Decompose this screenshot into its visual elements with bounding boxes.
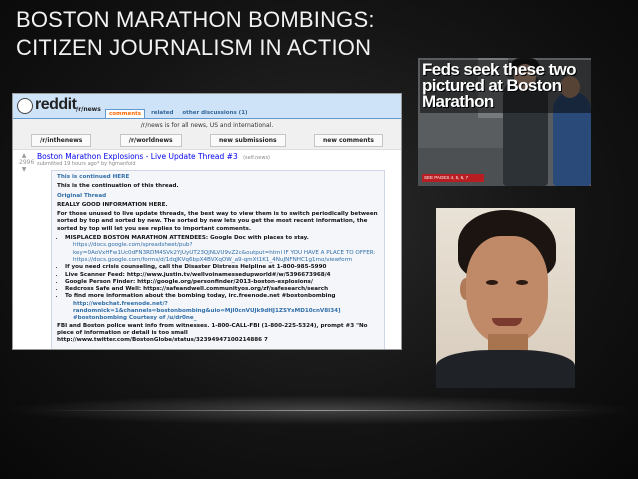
nav-new-submissions[interactable]: new submissions xyxy=(210,134,286,147)
vote-count: 2996 xyxy=(19,159,35,166)
post: ▲ 2996 ▼ Boston Marathon Explosions - Li… xyxy=(13,150,401,349)
info-list: MISPLACED BOSTON MARATHON ATTENDEES: Goo… xyxy=(57,235,379,323)
continuation-text: This is the continuation of this thread. xyxy=(57,183,179,190)
portrait-photo xyxy=(436,208,575,388)
eye-shape xyxy=(516,280,528,285)
newspaper-headline: Feds seek these two pictured at Boston M… xyxy=(420,60,591,113)
post-meta: submitted 19 hours ago* by hgmanfold xyxy=(37,161,136,167)
vote-widget: ▲ 2996 ▼ xyxy=(19,152,35,173)
list-item: To find more information about the bombi… xyxy=(65,293,379,300)
newspaper-caption: SEE PAGES 4, 5, 6, 7 xyxy=(422,174,484,182)
slide-title: BOSTON MARATHON BOMBINGS: CITIZEN JOURNA… xyxy=(16,6,375,62)
original-thread-link[interactable]: Original Thread xyxy=(57,193,379,200)
list-item[interactable]: Google Person Finder: http://google.org/… xyxy=(65,279,379,286)
eye-shape xyxy=(486,280,498,285)
continued-link[interactable]: This is continued HERE xyxy=(57,174,379,181)
shirt-shape xyxy=(436,350,575,388)
nav-worldnews[interactable]: /r/worldnews xyxy=(119,134,182,147)
nav-new-comments[interactable]: new comments xyxy=(314,134,383,147)
title-line-1: BOSTON MARATHON BOMBINGS: xyxy=(16,7,375,32)
reddit-logo: reddit xyxy=(35,96,77,113)
irc-links[interactable]: http://webchat.freenode.net/?randomnick=… xyxy=(65,301,379,323)
good-info-text: REALLY GOOD INFORMATION HERE. xyxy=(57,201,168,208)
floor-line xyxy=(40,410,598,411)
mouth-shape xyxy=(492,318,522,326)
post-title-row: Boston Marathon Explosions - Live Update… xyxy=(37,152,397,161)
tab-other-discussions[interactable]: other discussions (1) xyxy=(179,109,250,118)
tab-related[interactable]: related xyxy=(148,109,176,118)
nav-inthenews[interactable]: /r/inthenews xyxy=(31,134,92,147)
list-item: If you need crisis counseling, call the … xyxy=(65,264,379,271)
title-line-2: CITIZEN JOURNALISM IN ACTION xyxy=(16,35,372,60)
subreddit-nav: /r/inthenews /r/worldnews new submission… xyxy=(13,132,401,150)
doc-links[interactable]: https://docs.google.com/spreadsheet/pub?… xyxy=(65,242,379,264)
reddit-header: reddit /r/news comments related other di… xyxy=(13,94,401,119)
subreddit-notice: /r/news is for all news, US and internat… xyxy=(13,119,401,132)
newspaper-photo: Feds seek these two pictured at Boston M… xyxy=(418,58,591,186)
upvote-icon[interactable]: ▲ xyxy=(19,152,29,159)
list-item: MISPLACED BOSTON MARATHON ATTENDEES: Goo… xyxy=(65,235,379,242)
intro-paragraph: For those unused to live update threads,… xyxy=(57,211,378,232)
reddit-tabs: comments related other discussions (1) xyxy=(105,109,251,118)
post-title[interactable]: Boston Marathon Explosions - Live Update… xyxy=(37,152,238,161)
list-item[interactable]: Redcross Safe and Well: https://safeandw… xyxy=(65,286,379,293)
post-domain[interactable]: (self.news) xyxy=(243,155,270,161)
list-item[interactable]: Live Scanner Feed: http://www.justin.tv/… xyxy=(65,272,379,279)
reddit-screenshot: reddit /r/news comments related other di… xyxy=(12,93,402,350)
post-body: This is continued HERE This is the conti… xyxy=(51,170,385,349)
downvote-icon[interactable]: ▼ xyxy=(19,166,29,173)
tab-comments[interactable]: comments xyxy=(105,109,146,118)
fbi-footer: FBI and Boston police want info from wit… xyxy=(57,322,368,344)
subreddit-name[interactable]: /r/news xyxy=(76,106,101,113)
face-shape xyxy=(466,236,548,344)
